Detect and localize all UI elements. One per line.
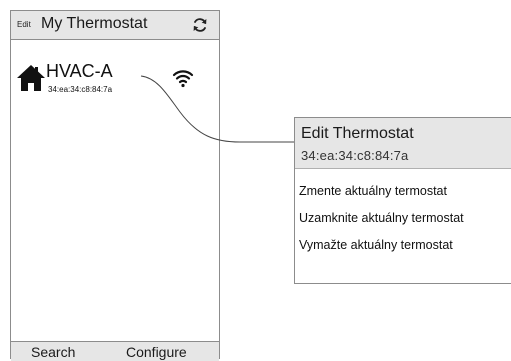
device-mac-address: 34:ea:34:c8:84:7a (48, 85, 113, 94)
popup-title: Edit Thermostat (301, 125, 414, 142)
refresh-icon[interactable] (191, 16, 209, 34)
popup-header: Edit Thermostat 34:ea:34:c8:84:7a (295, 118, 511, 169)
wifi-icon (172, 70, 194, 88)
tab-search[interactable]: Search (31, 344, 75, 360)
home-icon (17, 65, 45, 91)
title-bar: Edit My Thermostat (11, 11, 219, 40)
menu-item-change-thermostat[interactable]: Zmente aktuálny termostat (299, 184, 447, 198)
popup-mac-address: 34:ea:34:c8:84:7a (301, 148, 409, 163)
menu-item-lock-thermostat[interactable]: Uzamknite aktuálny termostat (299, 211, 464, 225)
bottom-tab-bar: Search Configure (11, 341, 219, 361)
phone-screen: Edit My Thermostat HVAC-A 34:ea:34:c8:84… (10, 10, 220, 361)
app-title: My Thermostat (41, 15, 148, 32)
edit-button[interactable]: Edit (17, 20, 31, 29)
tab-configure[interactable]: Configure (126, 344, 187, 360)
device-name: HVAC-A (46, 61, 113, 81)
menu-item-delete-thermostat[interactable]: Vymažte aktuálny termostat (299, 238, 453, 252)
edit-thermostat-popup: Edit Thermostat 34:ea:34:c8:84:7a Zmente… (294, 117, 511, 284)
device-list-item[interactable]: HVAC-A 34:ea:34:c8:84:7a (11, 61, 219, 101)
